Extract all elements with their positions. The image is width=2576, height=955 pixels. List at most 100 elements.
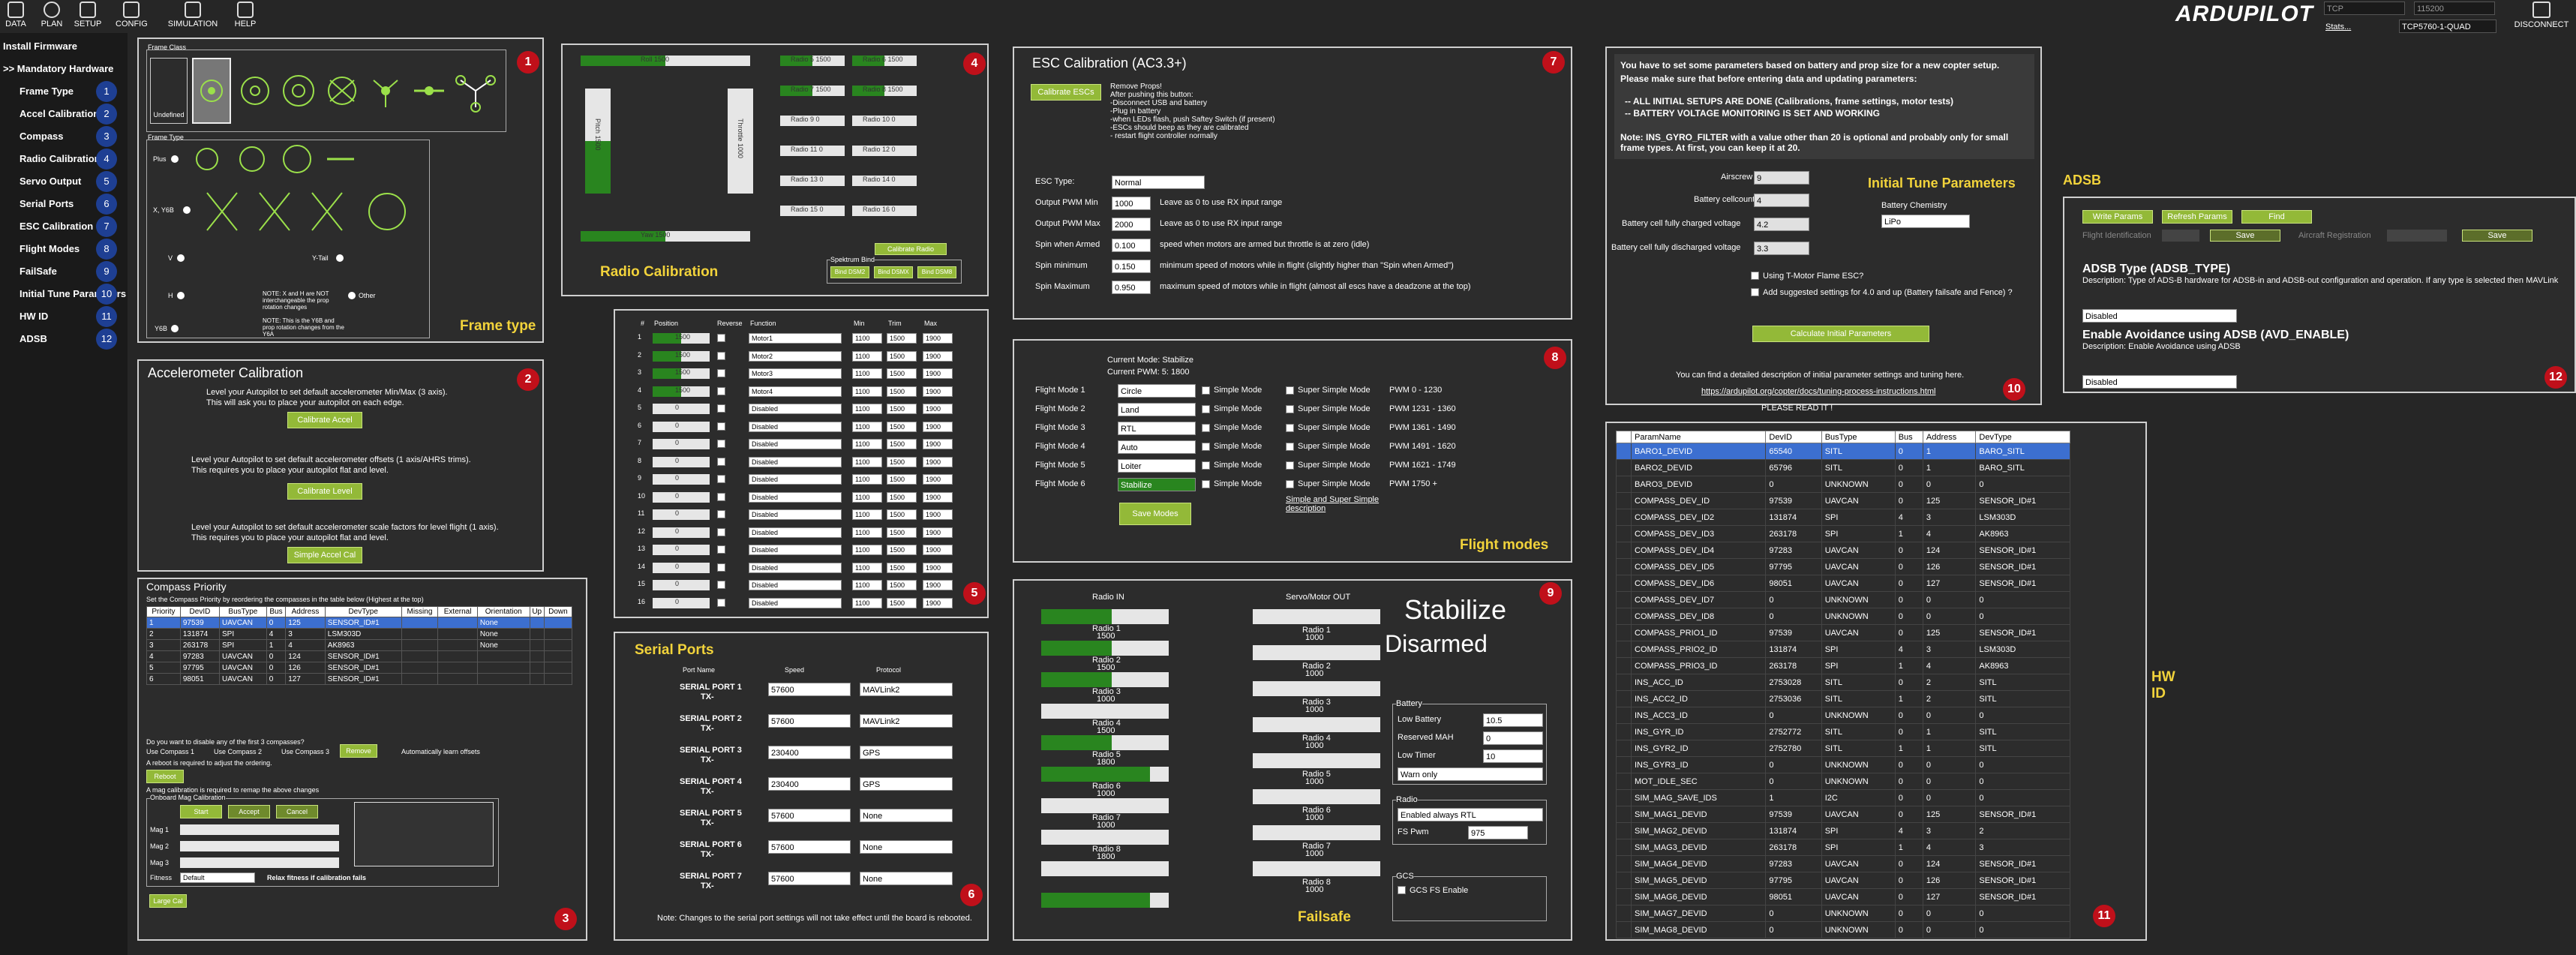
adsb-type-select[interactable]: Disabled <box>2082 309 2237 323</box>
battery-chemistry-select[interactable]: LiPo <box>1881 215 1970 228</box>
mag-cal-start-button[interactable]: Start <box>180 805 222 818</box>
compass-cell[interactable] <box>401 639 439 651</box>
gcs-fs-enable-checkbox[interactable] <box>1398 886 1406 894</box>
servo-trim-input[interactable]: 1500 <box>887 439 917 449</box>
simple-mode-checkbox[interactable] <box>1202 461 1210 470</box>
use-compass-2[interactable]: Use Compass 2 <box>214 748 262 755</box>
servo-function-select[interactable]: Disabled <box>749 456 842 467</box>
compass-cell[interactable] <box>476 662 530 674</box>
flight-mode-select[interactable]: Stabilize <box>1118 478 1196 491</box>
servo-min-input[interactable]: 1100 <box>852 333 882 344</box>
help-tab[interactable]: HELP <box>230 2 261 29</box>
mag-cal-accept-button[interactable]: Accept <box>228 805 270 818</box>
servo-min-input[interactable]: 1100 <box>852 439 882 449</box>
servo-reverse-checkbox[interactable] <box>717 422 725 431</box>
calculate-params-button[interactable]: Calculate Initial Parameters <box>1752 326 1929 342</box>
servo-function-select[interactable]: Motor3 <box>749 368 842 379</box>
servo-trim-input[interactable]: 1500 <box>887 421 917 432</box>
frame-class-octaquad[interactable] <box>323 58 362 124</box>
serial-speed-select[interactable]: 230400 <box>768 746 851 759</box>
mag-cal-log[interactable] <box>354 802 494 866</box>
hw-id-row[interactable]: COMPASS_PRIO2_ID 131874 SPI 4 3 LSM303D <box>1616 641 2070 658</box>
servo-function-select[interactable]: Disabled <box>749 439 842 449</box>
compass-row[interactable]: 4 97283 UAVCAN 0 124 SENSOR_ID#1 <box>146 650 573 662</box>
compass-cell[interactable] <box>437 639 478 651</box>
sidebar-item-serial-ports[interactable]: Serial Ports <box>20 198 74 209</box>
sidebar-item-compass[interactable]: Compass <box>20 131 64 142</box>
servo-trim-input[interactable]: 1500 <box>887 545 917 555</box>
servo-min-input[interactable]: 1100 <box>852 580 882 590</box>
hw-id-row[interactable]: COMPASS_DEV_ID7 0 UNKNOWN 0 0 0 <box>1616 591 2070 608</box>
servo-min-input[interactable]: 1100 <box>852 545 882 555</box>
simple-accel-cal-button[interactable]: Simple Accel Cal <box>287 547 362 563</box>
servo-min-input[interactable]: 1100 <box>852 527 882 538</box>
sidebar-item-hw-id[interactable]: HW ID <box>20 311 48 322</box>
compass-row[interactable]: 1 97539 UAVCAN 0 125 SENSOR_ID#1 None <box>146 617 573 629</box>
hw-id-row[interactable]: INS_ACC2_ID 2753036 SITL 1 2 SITL <box>1616 690 2070 707</box>
setup-tab[interactable]: SETUP <box>72 2 104 29</box>
simple-mode-checkbox[interactable] <box>1202 443 1210 451</box>
servo-max-input[interactable]: 1900 <box>923 562 953 573</box>
hw-id-row[interactable]: COMPASS_DEV_ID8 0 UNKNOWN 0 0 0 <box>1616 608 2070 625</box>
frame-other-radio[interactable] <box>348 292 356 299</box>
serial-protocol-select[interactable]: None <box>860 840 953 854</box>
hw-id-row[interactable]: MOT_IDLE_SEC 0 UNKNOWN 0 0 0 <box>1616 773 2070 790</box>
servo-reverse-checkbox[interactable] <box>717 386 725 395</box>
aircraft-reg-save-button[interactable]: Save <box>2462 230 2532 242</box>
serial-protocol-select[interactable]: MAVLink2 <box>860 683 953 696</box>
serial-protocol-select[interactable]: None <box>860 809 953 822</box>
servo-max-input[interactable]: 1900 <box>923 545 953 555</box>
serial-protocol-select[interactable]: GPS <box>860 746 953 759</box>
frame-class-heli[interactable] <box>410 58 449 124</box>
compass-cell[interactable]: None <box>476 639 530 651</box>
servo-reverse-checkbox[interactable] <box>717 351 725 360</box>
simple-mode-checkbox[interactable] <box>1202 386 1210 395</box>
compass-cell[interactable] <box>437 650 478 662</box>
move-down-button[interactable] <box>543 673 573 685</box>
servo-function-select[interactable]: Motor1 <box>749 333 842 344</box>
flight-id-save-button[interactable]: Save <box>2210 230 2280 242</box>
compass-cell[interactable] <box>476 673 530 685</box>
sidebar-item-frame-type[interactable]: Frame Type <box>20 86 74 97</box>
hw-id-row[interactable]: BARO1_DEVID 65540 SITL 0 1 BARO_SITL <box>1616 443 2070 460</box>
servo-trim-input[interactable]: 1500 <box>887 386 917 397</box>
hw-id-row[interactable]: SIM_MAG4_DEVID 97283 UAVCAN 0 124 SENSOR_ID#1 <box>1616 855 2070 872</box>
compass-cell[interactable] <box>401 617 439 629</box>
servo-trim-input[interactable]: 1500 <box>887 527 917 538</box>
servo-trim-input[interactable]: 1500 <box>887 404 917 414</box>
frame-class-hexa[interactable] <box>236 58 275 124</box>
servo-max-input[interactable]: 1900 <box>923 527 953 538</box>
data-tab[interactable]: DATA <box>0 2 32 29</box>
save-modes-button[interactable]: Save Modes <box>1119 503 1191 525</box>
disconnect-button[interactable]: DISCONNECT <box>2511 2 2571 29</box>
compass-cell[interactable] <box>401 673 439 685</box>
frame-vtail-radio[interactable] <box>336 254 344 262</box>
servo-reverse-checkbox[interactable] <box>717 527 725 536</box>
compass-cell[interactable] <box>437 628 478 640</box>
servo-max-input[interactable]: 1900 <box>923 386 953 397</box>
esc-param-input[interactable]: 0.150 <box>1112 260 1151 273</box>
servo-reverse-checkbox[interactable] <box>717 404 725 413</box>
use-compass-1[interactable]: Use Compass 1 <box>146 748 194 755</box>
move-down-button[interactable] <box>543 650 573 662</box>
compass-cell[interactable] <box>401 662 439 674</box>
servo-function-select[interactable]: Disabled <box>749 562 842 573</box>
discharged-voltage-input[interactable]: 3.3 <box>1754 242 1809 255</box>
compass-cell[interactable]: None <box>476 628 530 640</box>
aircraft-reg-input[interactable] <box>2387 230 2447 242</box>
servo-trim-input[interactable]: 1500 <box>887 509 917 520</box>
esc-param-input[interactable]: 2000 <box>1112 218 1151 231</box>
servo-function-select[interactable]: Motor4 <box>749 386 842 397</box>
move-up-button[interactable] <box>529 617 545 629</box>
sidebar-item-failsafe[interactable]: FailSafe <box>20 266 57 277</box>
servo-function-select[interactable]: Disabled <box>749 597 842 608</box>
servo-function-select[interactable]: Disabled <box>749 421 842 432</box>
servo-max-input[interactable]: 1900 <box>923 491 953 503</box>
hw-id-row[interactable]: INS_GYR2_ID 2752780 SITL 1 1 SITL <box>1616 740 2070 757</box>
battery-action-select[interactable]: Warn only <box>1398 767 1543 781</box>
move-up-button[interactable] <box>529 673 545 685</box>
hw-id-row[interactable]: COMPASS_DEV_ID5 97795 UAVCAN 0 126 SENSOR_ID#… <box>1616 558 2070 575</box>
hw-id-row[interactable]: SIM_MAG3_DEVID 263178 SPI 1 4 3 <box>1616 839 2070 856</box>
servo-min-input[interactable]: 1100 <box>852 474 882 485</box>
servo-min-input[interactable]: 1100 <box>852 509 882 520</box>
